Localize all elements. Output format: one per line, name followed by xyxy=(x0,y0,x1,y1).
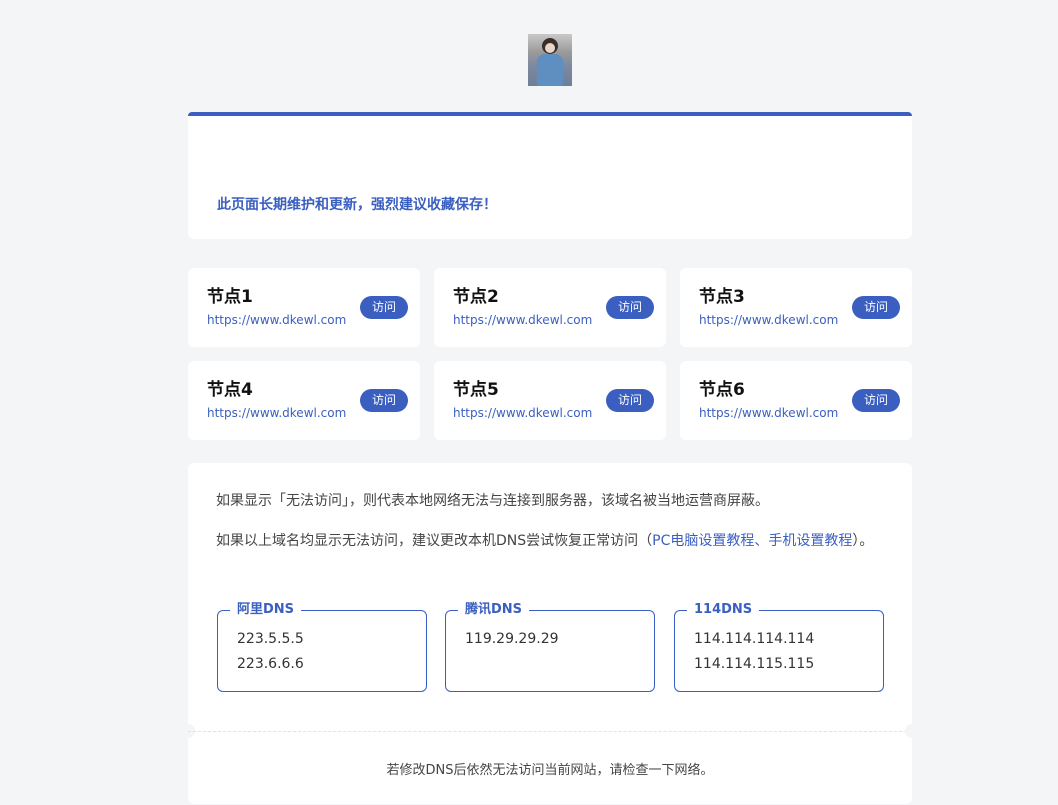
visit-button-6[interactable]: 访问 xyxy=(852,389,900,412)
visit-button-1[interactable]: 访问 xyxy=(360,296,408,319)
node-url[interactable]: https://www.dkewl.com xyxy=(453,313,592,327)
node-card-5: 节点5 https://www.dkewl.com 访问 xyxy=(434,361,666,440)
node-card-1: 节点1 https://www.dkewl.com 访问 xyxy=(188,268,420,347)
node-title: 节点6 xyxy=(699,380,745,400)
dns-ip: 223.5.5.5 xyxy=(237,631,304,647)
dns-box-ali: 阿里DNS 223.5.5.5 223.6.6.6 xyxy=(217,601,427,692)
node-title: 节点3 xyxy=(699,287,745,307)
visit-button-2[interactable]: 访问 xyxy=(606,296,654,319)
node-title: 节点4 xyxy=(207,380,253,400)
notice-card: 此页面长期维护和更新，强烈建议收藏保存！ xyxy=(188,112,912,239)
node-url[interactable]: https://www.dkewl.com xyxy=(453,406,592,420)
pc-tutorial-link[interactable]: PC电脑设置教程 xyxy=(652,533,754,549)
dns-ip: 223.6.6.6 xyxy=(237,656,304,672)
node-title: 节点2 xyxy=(453,287,499,307)
info-text-1: 如果显示「无法访问」，则代表本地网络无法与连接到服务器，该域名被当地运营商屏蔽。 xyxy=(216,493,769,509)
divider-notch-right xyxy=(905,724,919,738)
node-title: 节点5 xyxy=(453,380,499,400)
node-card-4: 节点4 https://www.dkewl.com 访问 xyxy=(188,361,420,440)
dns-label: 腾讯DNS xyxy=(458,601,530,619)
visit-button-5[interactable]: 访问 xyxy=(606,389,654,412)
dns-ip: 114.114.115.115 xyxy=(694,656,815,672)
node-card-3: 节点3 https://www.dkewl.com 访问 xyxy=(680,268,912,347)
node-url[interactable]: https://www.dkewl.com xyxy=(207,313,346,327)
node-url[interactable]: https://www.dkewl.com xyxy=(699,406,838,420)
info-text-2: 如果以上域名均显示无法访问，建议更改本机DNS尝试恢复正常访问（PC电脑设置教程… xyxy=(216,528,888,554)
dns-box-114: 114DNS 114.114.114.114 114.114.115.115 xyxy=(674,601,884,692)
dns-ip: 119.29.29.29 xyxy=(465,631,559,647)
footer-text: 若修改DNS后依然无法访问当前网站，请检查一下网络。 xyxy=(386,763,714,778)
dashed-divider xyxy=(188,731,912,732)
dns-ip: 114.114.114.114 xyxy=(694,631,815,647)
node-card-2: 节点2 https://www.dkewl.com 访问 xyxy=(434,268,666,347)
visit-button-4[interactable]: 访问 xyxy=(360,389,408,412)
node-title: 节点1 xyxy=(207,287,253,307)
node-url[interactable]: https://www.dkewl.com xyxy=(699,313,838,327)
dns-info-card: 如果显示「无法访问」，则代表本地网络无法与连接到服务器，该域名被当地运营商屏蔽。… xyxy=(181,463,919,804)
mobile-tutorial-link[interactable]: 手机设置教程 xyxy=(768,533,852,549)
dns-label: 114DNS xyxy=(687,601,760,619)
avatar xyxy=(528,34,572,86)
node-card-6: 节点6 https://www.dkewl.com 访问 xyxy=(680,361,912,440)
dns-label: 阿里DNS xyxy=(230,601,302,619)
info-text-2-suffix: ）。 xyxy=(852,533,874,549)
visit-button-3[interactable]: 访问 xyxy=(852,296,900,319)
node-url[interactable]: https://www.dkewl.com xyxy=(207,406,346,420)
notice-text: 此页面长期维护和更新，强烈建议收藏保存！ xyxy=(217,197,497,213)
dns-box-tencent: 腾讯DNS 119.29.29.29 xyxy=(445,601,655,692)
link-separator: 、 xyxy=(754,533,769,549)
info-text-2-prefix: 如果以上域名均显示无法访问，建议更改本机DNS尝试恢复正常访问（ xyxy=(216,533,653,549)
